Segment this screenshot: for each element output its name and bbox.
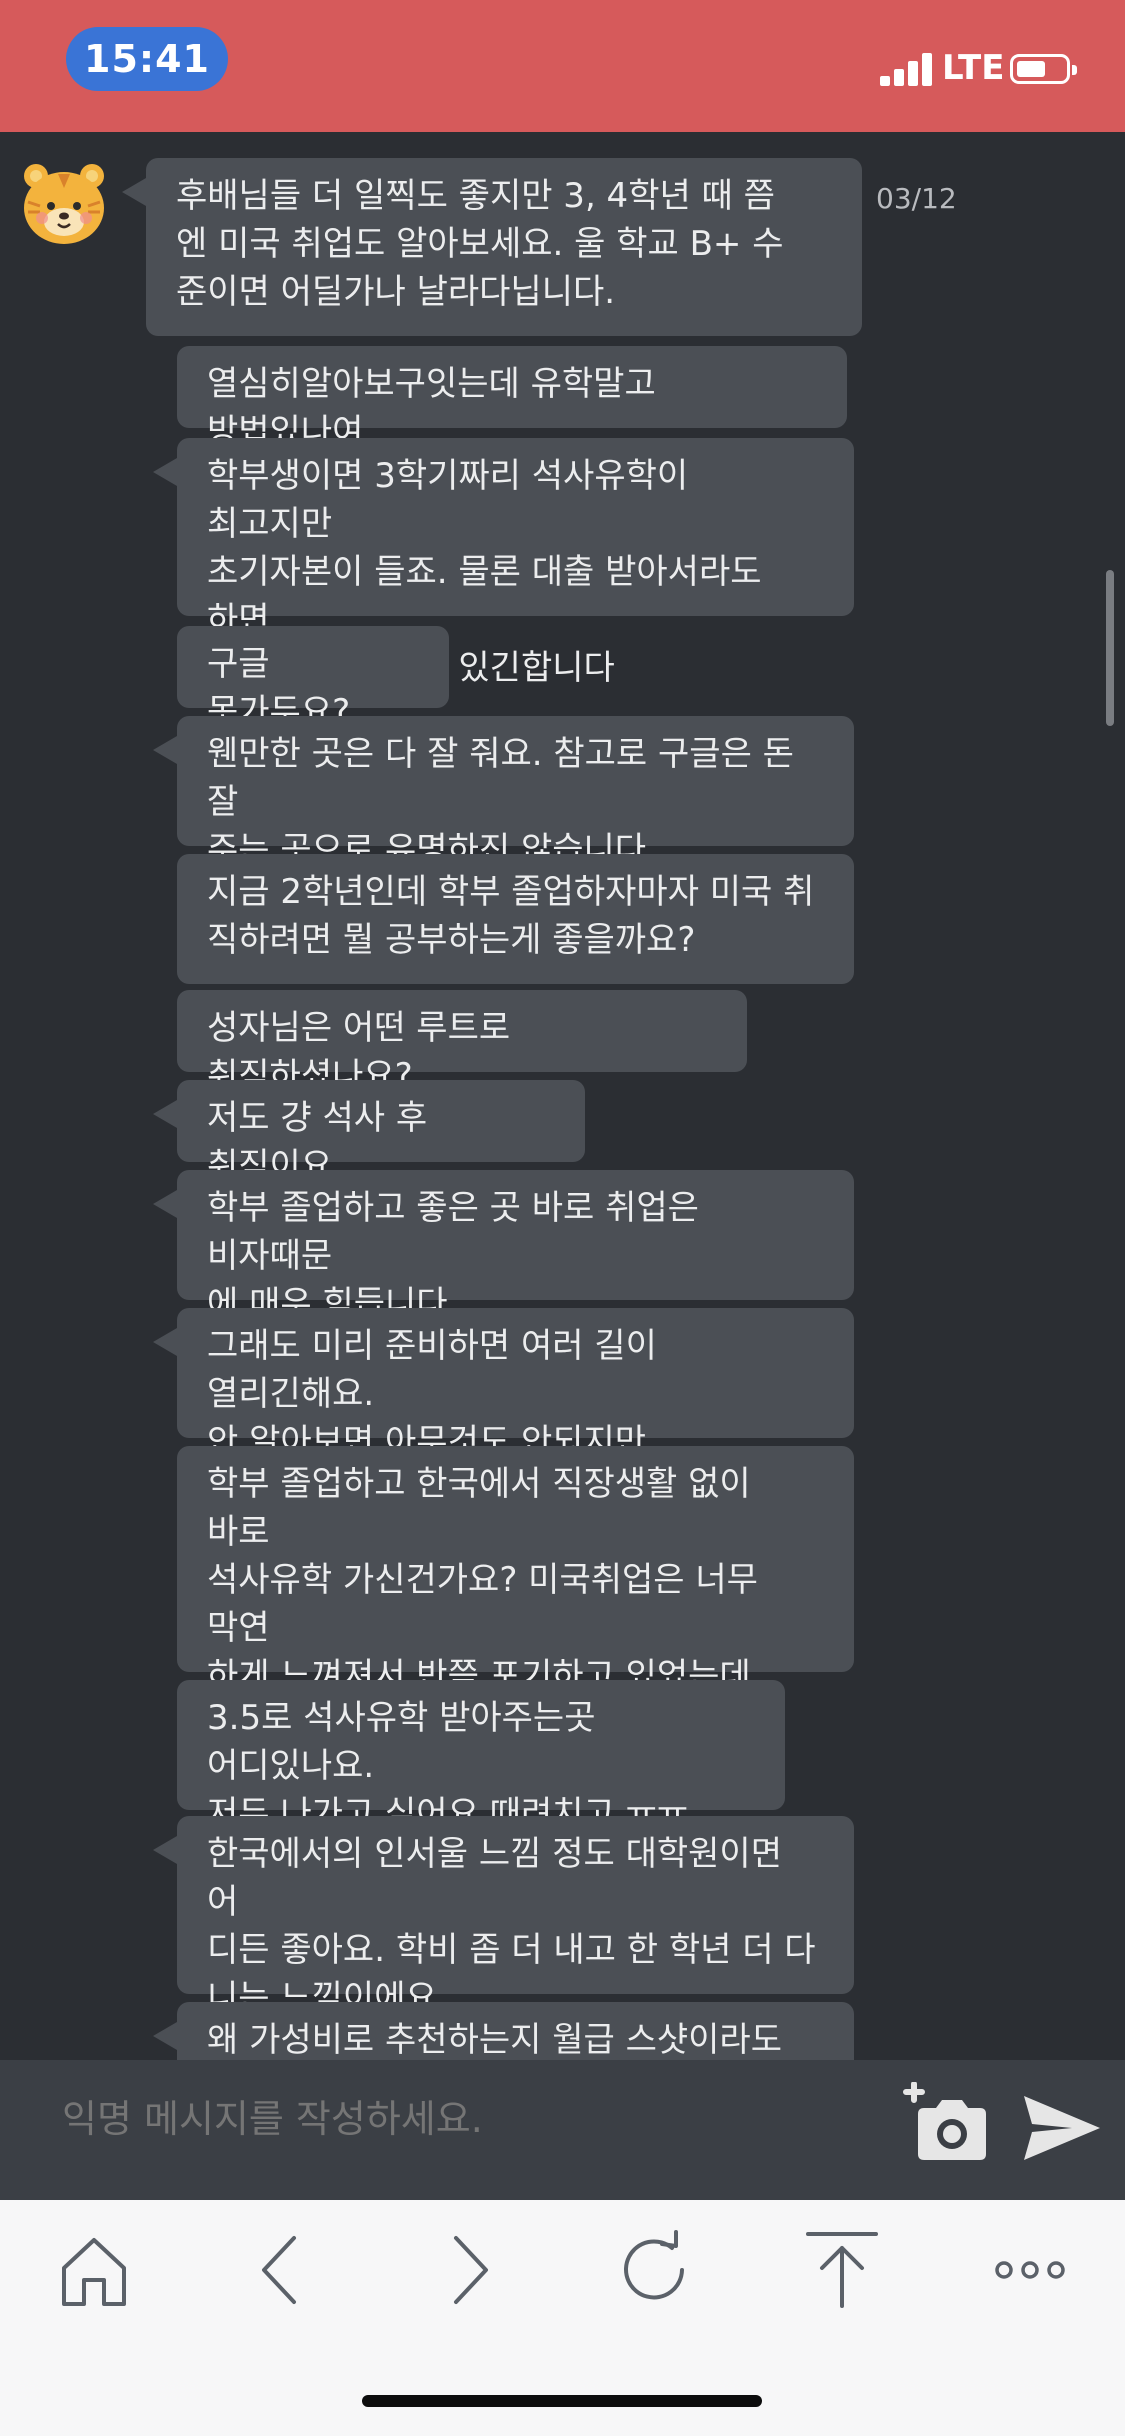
message-bubble[interactable]: 학부 졸업하고 좋은 곳 바로 취업은 비자때문 에 매우 힘듭니다. (153, 1170, 854, 1324)
message-bubble[interactable]: 후배님들 더 일찍도 좋지만 3, 4학년 때 쯤 엔 미국 취업도 알아보세요… (122, 158, 862, 336)
forward-icon[interactable] (428, 2230, 508, 2310)
message-bubble[interactable]: 3.5로 석사유학 받아주는곳 어디있나요. 저두 나가고 싶어요 때려치고 ㅠ… (177, 1680, 785, 1834)
message-bubble[interactable]: 한국에서의 인서울 느낌 정도 대학원이면 어 디든 좋아요. 학비 좀 더 내… (153, 1816, 854, 2018)
message-bubble[interactable]: 구글 못가두요? (177, 626, 449, 732)
message-bubble[interactable]: 그래도 미리 준비하면 여러 길이 열리긴해요. 안 알아보면 아무것도 안되지… (153, 1308, 854, 1462)
status-bar: 15:41 LTE (0, 0, 1125, 132)
signal-icon (880, 50, 936, 86)
message-bubble[interactable]: 학부 졸업하고 한국에서 직장생활 없이 바로 석사유학 가신건가요? 미국취업… (177, 1446, 854, 1792)
chat-area[interactable]: 03/12 후배님들 더 일찍도 좋지만 3, 4학년 때 쯤 엔 미국 취업도… (0, 132, 1125, 2060)
message-bubble[interactable]: 열심히알아보구잇는데 유학말고 방법있나여 (177, 346, 847, 452)
message-bubble[interactable]: 성자님은 어떤 루트로 취직하셨나요? (177, 990, 747, 1096)
refresh-icon[interactable] (616, 2230, 696, 2310)
message-bubble[interactable]: 웬만한 곳은 다 잘 줘요. 참고로 구글은 돈 잘 주는 곳으로 유명하진 않… (153, 716, 854, 870)
network-type: LTE (942, 48, 1005, 88)
add-photo-icon[interactable] (900, 2082, 988, 2164)
back-icon[interactable] (242, 2230, 322, 2310)
tiger-avatar-icon[interactable] (18, 158, 110, 250)
message-date: 03/12 (876, 182, 957, 215)
more-icon[interactable] (990, 2230, 1070, 2310)
chat-scrollbar[interactable] (1106, 570, 1114, 726)
message-bubble[interactable]: 지금 2학년인데 학부 졸업하자마자 미국 취 직하려면 뭘 공부하는게 좋을까… (177, 854, 854, 984)
send-icon[interactable] (1022, 2094, 1102, 2162)
status-time: 15:41 (66, 27, 228, 91)
message-bubble[interactable]: 저도 걍 석사 후 취직이요 (153, 1080, 585, 1186)
message-bubble[interactable]: 학부생이면 3학기짜리 석사유학이 최고지만 초기자본이 들죠. 물론 대출 받… (153, 438, 854, 688)
battery-icon (1010, 54, 1077, 84)
message-input[interactable] (60, 2090, 864, 2148)
scroll-top-icon[interactable] (802, 2230, 882, 2310)
message-bubble[interactable]: 왜 가성비로 추천하는지 월급 스샷이라도 올 (153, 2002, 854, 2060)
home-indicator[interactable] (362, 2395, 762, 2407)
home-icon[interactable] (54, 2230, 134, 2310)
message-input-bar (0, 2060, 1125, 2200)
